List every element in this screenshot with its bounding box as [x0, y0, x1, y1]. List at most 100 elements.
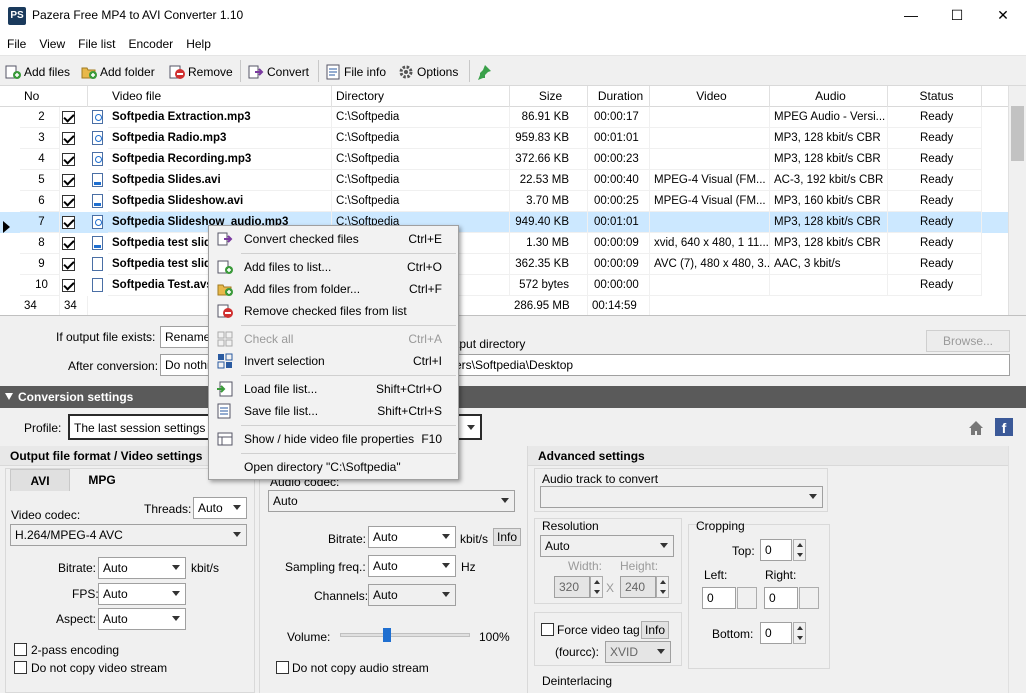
table-row[interactable]: 6 Softpedia Slideshow.avi C:\Softpedia 3.70…: [0, 191, 1008, 212]
resolution-select[interactable]: Auto: [540, 535, 674, 557]
row-checkbox[interactable]: [62, 279, 75, 292]
row-checkbox[interactable]: [62, 153, 75, 166]
chevron-down-icon: [172, 591, 180, 596]
scrollbar-thumb[interactable]: [1011, 106, 1024, 161]
top-spinner[interactable]: [793, 539, 806, 561]
menu-item-save-list[interactable]: Save file list... Shift+Ctrl+S: [211, 400, 456, 422]
menu-item-add-folder[interactable]: Add files from folder... Ctrl+F: [211, 278, 456, 300]
options-button[interactable]: Options: [398, 61, 458, 83]
height-input[interactable]: 240: [620, 576, 656, 598]
menu-item-check-all[interactable]: Check all Ctrl+A: [211, 328, 456, 350]
sampling-select[interactable]: Auto: [368, 555, 456, 577]
table-row[interactable]: 3 Softpedia Radio.mp3 C:\Softpedia 959.83 K…: [0, 128, 1008, 149]
col-no[interactable]: No: [0, 86, 88, 107]
minimize-button[interactable]: —: [888, 0, 934, 32]
browse-button[interactable]: Browse...: [926, 330, 1010, 352]
left-spinner[interactable]: [737, 587, 757, 609]
remove-button[interactable]: Remove: [169, 61, 233, 83]
row-checkbox[interactable]: [62, 111, 75, 124]
grid-scrollbar[interactable]: [1008, 86, 1026, 315]
right-input[interactable]: 0: [764, 587, 798, 609]
no-copy-audio-checkbox[interactable]: [276, 661, 289, 674]
audio-bitrate-select[interactable]: Auto: [368, 526, 456, 548]
width-spinner[interactable]: [590, 576, 603, 598]
file-list-grid[interactable]: No Video file Directory Size Duration Vi…: [0, 86, 1026, 316]
right-spinner[interactable]: [799, 587, 819, 609]
conversion-settings-header[interactable]: Conversion settings: [0, 386, 1026, 408]
col-video-file[interactable]: Video file: [108, 86, 332, 107]
menu-item-toggle-properties[interactable]: Show / hide video file properties F10: [211, 428, 456, 450]
width-input[interactable]: 320: [554, 576, 590, 598]
tab-mpg[interactable]: MPG: [72, 469, 132, 491]
menu-item-shortcut: Shift+Ctrl+S: [377, 404, 442, 418]
file-info-button[interactable]: File info: [325, 61, 386, 83]
volume-slider-thumb[interactable]: [383, 628, 391, 642]
row-status: Ready: [888, 170, 982, 191]
add-folder-button[interactable]: Add folder: [81, 61, 155, 83]
menu-item-convert[interactable]: Convert checked files Ctrl+E: [211, 228, 456, 250]
add-files-button[interactable]: Add files: [5, 61, 70, 83]
force-tag-info-button[interactable]: Info: [641, 621, 669, 639]
table-row[interactable]: 10Softpedia Test.avsC:\Softpedia572 byte…: [0, 275, 1008, 296]
table-row[interactable]: 4 Softpedia Recording.mp3 C:\Softpedia 372.…: [0, 149, 1008, 170]
facebook-icon[interactable]: f: [995, 418, 1013, 436]
two-pass-label: 2-pass encoding: [31, 643, 120, 657]
no-copy-video-checkbox[interactable]: [14, 661, 27, 674]
col-size[interactable]: Size: [510, 86, 588, 107]
row-checkbox[interactable]: [62, 237, 75, 250]
aspect-select[interactable]: Auto: [98, 608, 186, 630]
col-duration[interactable]: Duration: [588, 86, 650, 107]
bottom-spinner[interactable]: [793, 622, 806, 644]
col-directory[interactable]: Directory: [332, 86, 510, 107]
fps-select[interactable]: Auto: [98, 583, 186, 605]
height-spinner[interactable]: [656, 576, 669, 598]
menu-file[interactable]: File: [0, 32, 32, 56]
menu-item-remove-checked[interactable]: Remove checked files from list: [211, 300, 456, 322]
col-video[interactable]: Video: [650, 86, 770, 107]
video-bitrate-select[interactable]: Auto: [98, 557, 186, 579]
col-status[interactable]: Status: [888, 86, 982, 107]
menu-view[interactable]: View: [32, 32, 71, 56]
fourcc-select[interactable]: XVID: [605, 641, 671, 663]
audio-track-select[interactable]: [540, 486, 823, 508]
force-tag-label: Force video tag: [557, 623, 640, 637]
video-codec-select[interactable]: H.264/MPEG-4 AVC: [10, 524, 247, 546]
convert-button[interactable]: Convert: [248, 61, 309, 83]
menu-encoder[interactable]: Encoder: [121, 32, 179, 56]
audio-bitrate-info-button[interactable]: Info: [493, 528, 521, 546]
close-button[interactable]: ✕: [980, 0, 1026, 32]
menu-item-open-directory[interactable]: Open directory "C:\Softpedia": [211, 456, 456, 478]
audio-codec-select[interactable]: Auto: [268, 490, 515, 512]
table-row[interactable]: 9Softpedia test slides.mkvC:\Softpedia36…: [0, 254, 1008, 275]
output-directory-input[interactable]: C:\Users\Softpedia\Desktop: [420, 354, 1010, 376]
channels-select[interactable]: Auto: [368, 584, 456, 606]
advanced-scrollbar[interactable]: [1008, 446, 1026, 693]
two-pass-checkbox[interactable]: [14, 643, 27, 656]
fps-label: FPS:: [72, 587, 99, 601]
menu-item-load-list[interactable]: Load file list... Shift+Ctrl+O: [211, 378, 456, 400]
force-tag-checkbox[interactable]: [541, 623, 554, 636]
home-icon[interactable]: [968, 420, 984, 436]
menu-item-add-files[interactable]: Add files to list... Ctrl+O: [211, 256, 456, 278]
menu-item-invert-selection[interactable]: Invert selection Ctrl+I: [211, 350, 456, 372]
bottom-input[interactable]: 0: [760, 622, 792, 644]
row-checkbox[interactable]: [62, 216, 75, 229]
top-input[interactable]: 0: [760, 539, 792, 561]
row-checkbox[interactable]: [62, 132, 75, 145]
row-checkbox[interactable]: [62, 174, 75, 187]
threads-select[interactable]: Auto: [193, 497, 247, 519]
menu-file-list[interactable]: File list: [71, 32, 121, 56]
pin-button[interactable]: [476, 61, 492, 83]
table-row[interactable]: 5 Softpedia Slides.avi C:\Softpedia 22.53 M…: [0, 170, 1008, 191]
tab-avi[interactable]: AVI: [10, 469, 70, 491]
table-row[interactable]: 7 Softpedia Slideshow_audio.mp3 C:\Softped…: [0, 212, 1008, 233]
row-checkbox[interactable]: [62, 258, 75, 271]
table-row[interactable]: 2 Softpedia Extraction.mp3 C:\Softpedia 86.…: [0, 107, 1008, 128]
volume-slider[interactable]: [340, 633, 470, 637]
col-audio[interactable]: Audio: [770, 86, 888, 107]
row-checkbox[interactable]: [62, 195, 75, 208]
menu-help[interactable]: Help: [179, 32, 217, 56]
table-row[interactable]: 8Softpedia test slides.aviC:\Softpedia1.…: [0, 233, 1008, 254]
maximize-button[interactable]: ☐: [934, 0, 980, 32]
left-input[interactable]: 0: [702, 587, 736, 609]
